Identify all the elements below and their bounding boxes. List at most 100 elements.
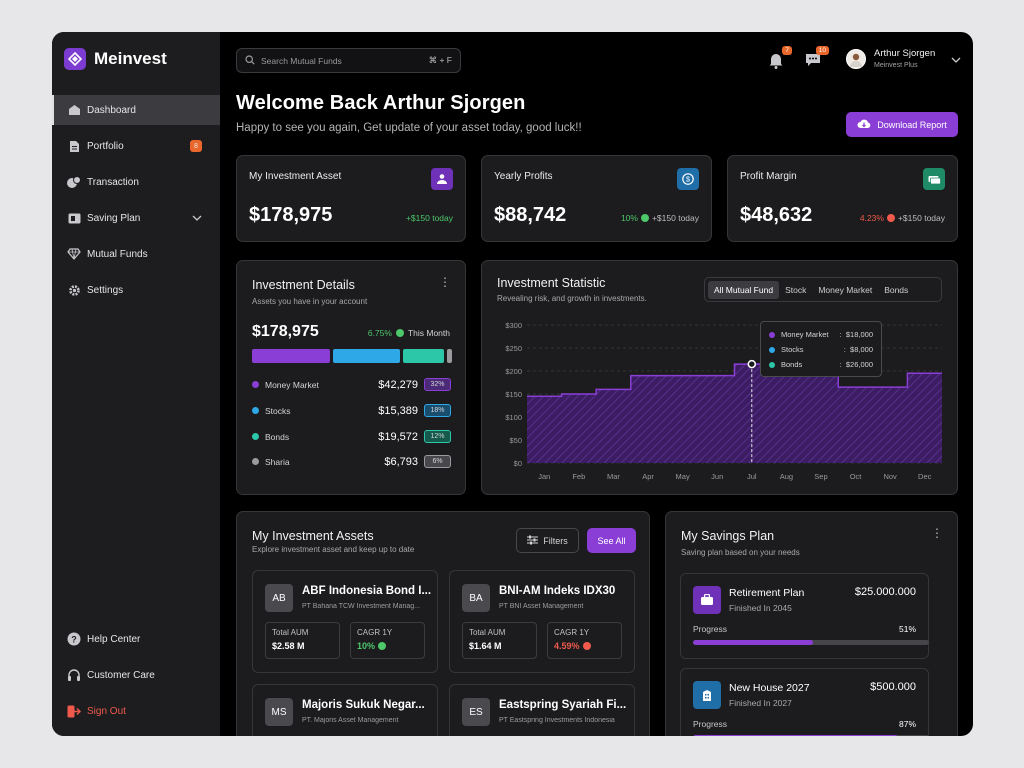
data-point [596, 389, 631, 463]
asset-company: PT. Majoris Asset Management [302, 717, 399, 724]
card-subtitle: Saving plan based on your needs [681, 548, 800, 557]
asset-company: PT BNI Asset Management [499, 603, 584, 610]
portfolio-count-badge: 8 [190, 140, 202, 152]
see-all-button[interactable]: See All [587, 528, 636, 553]
sidebar-item-customer-care[interactable]: Customer Care [52, 660, 220, 690]
details-growth: 6.75% This Month [368, 328, 450, 338]
y-tick-label: $50 [509, 436, 522, 445]
chevron-down-icon[interactable] [192, 213, 202, 224]
card-title: My Investment Assets [252, 529, 374, 543]
progress-label: Progress [693, 624, 728, 634]
sidebar-item-settings[interactable]: Settings [52, 275, 220, 305]
savings-plan-card: My Savings Plan Saving plan based on you… [665, 511, 958, 736]
stat-title: Profit Margin [740, 171, 797, 182]
user-plan: Meinvest Plus [874, 62, 918, 69]
sidebar-item-help-center[interactable]: ? Help Center [52, 624, 220, 654]
asset-logo: AB [265, 584, 293, 612]
stat-delta: 10% +$150 today [621, 213, 699, 223]
investment-details-card: Investment Details Assets you have in yo… [236, 260, 466, 495]
asset-card[interactable]: BA BNI-AM Indeks IDX30 PT BNI Asset Mana… [449, 570, 635, 673]
stat-title: My Investment Asset [249, 171, 342, 182]
bell-icon [769, 54, 783, 69]
y-tick-label: $150 [505, 390, 522, 399]
tab-bonds[interactable]: Bonds [878, 281, 914, 299]
chevron-down-icon[interactable] [951, 50, 961, 68]
filters-button[interactable]: Filters [516, 528, 579, 553]
data-point [631, 376, 666, 463]
stat-card-yearly-profits: Yearly Profits $ $88,742 10% +$150 today [481, 155, 712, 242]
sidebar-item-label: Portfolio [87, 140, 124, 152]
x-tick-label: Feb [572, 472, 585, 481]
arrow-up-icon [395, 329, 404, 337]
details-row-value: $6,793 [384, 455, 418, 468]
x-tick-label: Jun [711, 472, 723, 481]
allocation-segment-money-market [252, 349, 331, 363]
legend-dot [769, 361, 775, 368]
asset-card[interactable]: MS Majoris Sukuk Negar... PT. Majoris As… [252, 684, 438, 736]
x-tick-label: Nov [883, 472, 897, 481]
diamond-icon [67, 247, 81, 261]
stat-value: $178,975 [249, 204, 333, 226]
x-tick-label: Aug [780, 472, 793, 481]
cagr-label: CAGR 1Y [554, 628, 590, 637]
tooltip-row: Money Market : $18,000 [769, 327, 873, 342]
stat-delta-text: +$150 today [651, 213, 699, 223]
sidebar-item-label: Mutual Funds [87, 248, 148, 260]
progress-bar [693, 640, 929, 645]
asset-card[interactable]: AB ABF Indonesia Bond I... PT Bahana TCW… [252, 570, 438, 673]
arrow-down-icon [886, 214, 895, 222]
allocation-segment-sharia [447, 349, 453, 363]
more-options-icon[interactable]: ⋮ [931, 526, 943, 540]
page-title: Welcome Back Arthur Sjorgen [236, 92, 526, 114]
data-point [838, 387, 873, 463]
asset-card[interactable]: ES Eastspring Syariah Fi... PT Eastsprin… [449, 684, 635, 736]
sidebar-item-transaction[interactable]: Transaction [52, 167, 220, 197]
cagr-value-text: 4.59% [554, 641, 580, 651]
messages-button[interactable]: 10 [805, 46, 829, 70]
allocation-segment-bonds [403, 349, 445, 363]
details-row-pct: 18% [424, 404, 451, 417]
y-tick-label: $200 [505, 367, 522, 376]
details-total: $178,975 [252, 323, 319, 340]
tab-all-mutual-fund[interactable]: All Mutual Fund [708, 280, 780, 299]
data-point [735, 364, 770, 463]
download-report-button[interactable]: Download Report [846, 112, 958, 137]
details-row-name: Bonds [265, 431, 290, 442]
stat-delta-text: +$150 today [897, 213, 945, 223]
stat-value: $88,742 [494, 204, 567, 226]
asset-aum-box: Total AUM $2.58 M [265, 622, 340, 659]
stat-pct: 4.23% [859, 213, 884, 223]
dollar-coin-icon: $ [677, 168, 699, 190]
savings-plan-item[interactable]: New House 2027 Finished In 2027 $500.000… [680, 668, 929, 736]
sidebar: Meinvest Dashboard Portfolio 8 Transacti… [52, 32, 220, 736]
details-row-value: $42,279 [378, 378, 418, 391]
user-menu[interactable]: Arthur Sjorgen Meinvest Plus [846, 48, 961, 69]
tooltip-label: Bonds [781, 360, 803, 369]
cagr-label: CAGR 1Y [357, 628, 393, 637]
asset-cagr-box: CAGR 1Y 4.59% [547, 622, 622, 659]
app-name: Meinvest [94, 49, 167, 68]
details-row-name: Stocks [265, 405, 291, 416]
suitcase-icon [693, 586, 721, 614]
sidebar-item-mutual-funds[interactable]: Mutual Funds [52, 239, 220, 269]
x-tick-label: Mar [607, 472, 620, 481]
x-tick-label: Apr [642, 472, 654, 481]
building-icon [693, 681, 721, 709]
sidebar-item-label: Transaction [87, 176, 139, 188]
details-row-sharia: Sharia $6,793 6% [252, 455, 451, 468]
sidebar-item-sign-out[interactable]: Sign Out [52, 696, 220, 726]
sidebar-item-portfolio[interactable]: Portfolio 8 [52, 131, 220, 161]
sidebar-item-dashboard[interactable]: Dashboard [52, 95, 220, 125]
tab-money-market[interactable]: Money Market [812, 281, 878, 299]
card-subtitle: Explore investment asset and keep up to … [252, 545, 415, 554]
savings-plan-item[interactable]: Retirement Plan Finished In 2045 $25.000… [680, 573, 929, 659]
search-input[interactable]: Search Mutual Funds ⌘ + F [236, 48, 461, 73]
tab-stock[interactable]: Stock [779, 281, 812, 299]
plan-amount: $25.000.000 [854, 586, 916, 598]
sidebar-item-label: Help Center [87, 633, 141, 645]
notification-button[interactable]: 7 [768, 46, 792, 70]
sidebar-item-saving-plan[interactable]: Saving Plan [52, 203, 220, 233]
logo[interactable]: Meinvest [64, 48, 167, 70]
more-options-icon[interactable]: ⋮ [439, 275, 451, 289]
cagr-value: 10% [357, 641, 418, 651]
